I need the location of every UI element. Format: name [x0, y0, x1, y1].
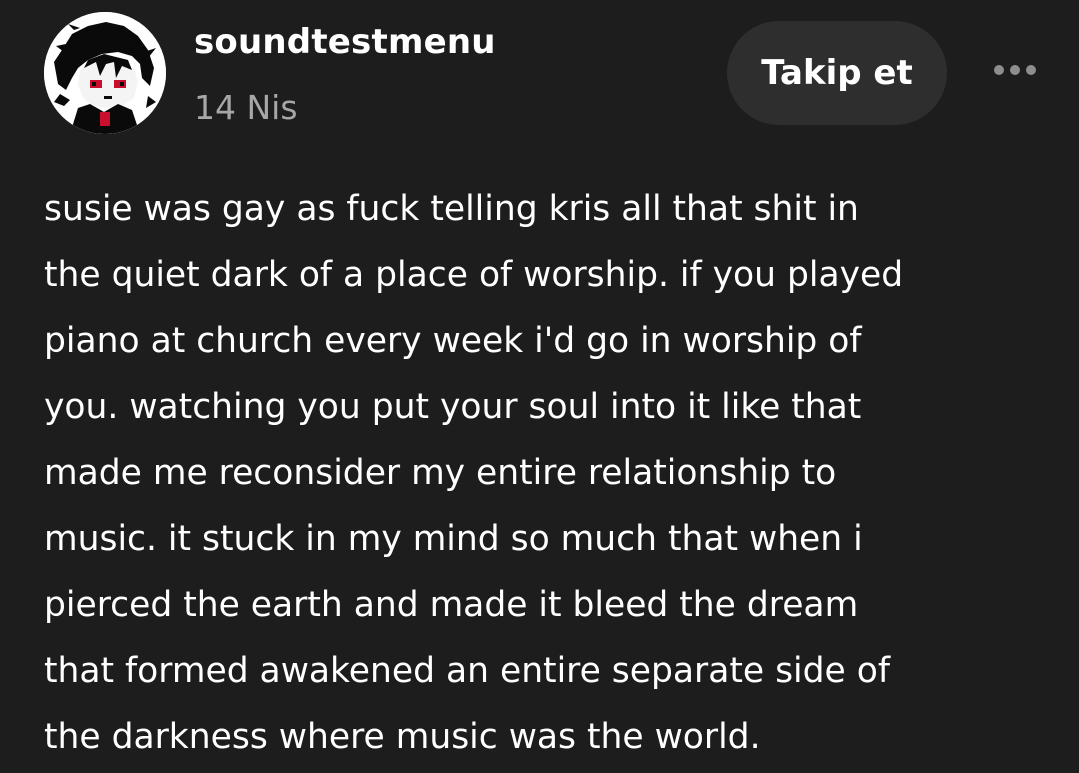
post-body-line: susie was gay as fuck telling kris all t… — [44, 189, 859, 229]
post-body-line: pierced the earth and made it bleed the … — [44, 585, 859, 625]
pixel-character-avatar-icon — [44, 12, 166, 134]
post-card: soundtestmenu 14 Nis Takip et susie was … — [0, 0, 1079, 773]
post-body: susie was gay as fuck telling kris all t… — [44, 176, 1054, 770]
avatar[interactable] — [44, 12, 166, 134]
post-body-line: the quiet dark of a place of worship. if… — [44, 255, 904, 295]
username[interactable]: soundtestmenu — [194, 22, 496, 62]
more-options-button[interactable] — [985, 52, 1045, 88]
post-body-line: the darkness where music was the world. — [44, 717, 761, 757]
post-body-line: made me reconsider my entire relationshi… — [44, 453, 837, 493]
more-options-icon — [994, 65, 1036, 75]
follow-button[interactable]: Takip et — [727, 21, 947, 125]
post-body-line: music. it stuck in my mind so much that … — [44, 519, 863, 559]
post-body-line: that formed awakened an entire separate … — [44, 651, 890, 691]
post-body-line: you. watching you put your soul into it … — [44, 387, 862, 427]
post-body-line: piano at church every week i'd go in wor… — [44, 321, 862, 361]
post-date: 14 Nis — [194, 88, 298, 127]
